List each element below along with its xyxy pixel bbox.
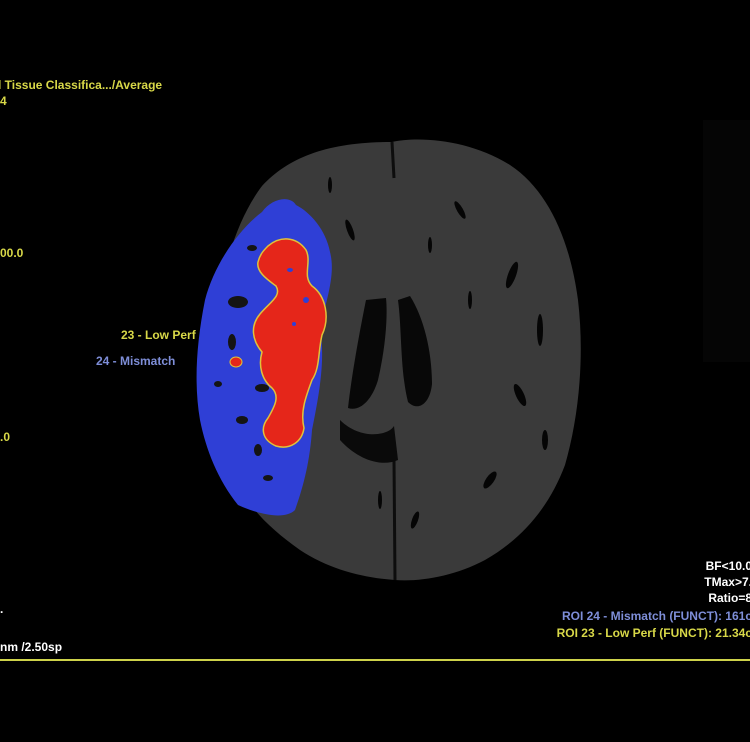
roi-24-label: 24 - Mismatch xyxy=(96,354,176,368)
slice-info: nm /2.50sp xyxy=(0,640,63,654)
left-dot: . xyxy=(0,602,4,616)
roi-23-label: 23 - Low Perf xyxy=(121,328,196,342)
series-subtitle: 4 xyxy=(0,94,7,108)
side-panel xyxy=(703,120,750,362)
threshold-ratio: Ratio=8 xyxy=(708,591,750,605)
series-title: l Tissue Classifica.../Average xyxy=(0,78,163,92)
low-perf-island xyxy=(229,356,243,368)
scale-top-label: 00.0 xyxy=(0,246,24,260)
roi-24-stat: ROI 24 - Mismatch (FUNCT): 161c xyxy=(561,609,750,623)
threshold-bf: BF<10.0 xyxy=(705,559,750,573)
viewport-bottom-border xyxy=(0,659,750,661)
scale-bottom-label: .0 xyxy=(0,430,11,444)
threshold-tmax: TMax>7. xyxy=(704,575,750,589)
roi-23-stat: ROI 23 - Low Perf (FUNCT): 21.34c xyxy=(556,626,750,640)
